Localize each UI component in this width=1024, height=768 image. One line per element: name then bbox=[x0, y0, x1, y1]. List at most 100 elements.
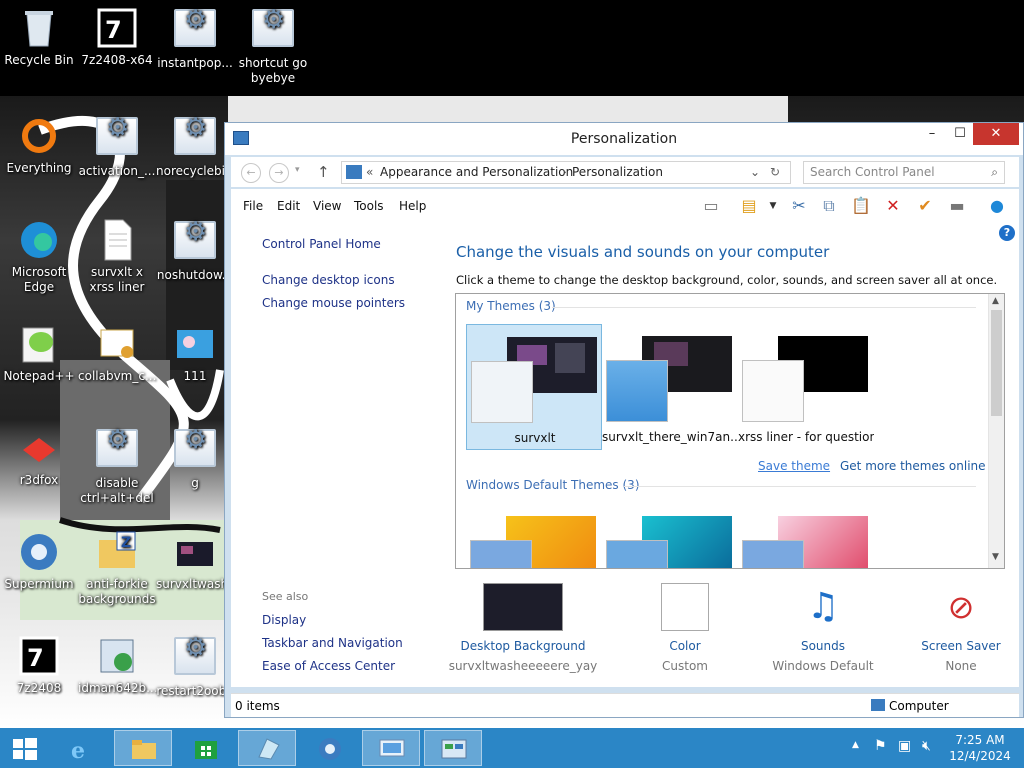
scroll-down-icon[interactable]: ▼ bbox=[992, 552, 999, 562]
address-dropdown-icon[interactable]: ⌄ bbox=[750, 162, 760, 183]
desktop-icon[interactable]: 111 bbox=[156, 322, 234, 384]
checklist-folder-icon[interactable]: ▤ bbox=[737, 195, 761, 217]
change-mouse-pointers-link[interactable]: Change mouse pointers bbox=[262, 296, 405, 310]
desktop-icon[interactable]: Everything bbox=[0, 114, 78, 176]
menu-file[interactable]: File bbox=[243, 199, 263, 213]
desktop-icon-label: restart2oobe bbox=[156, 684, 234, 698]
menu-help[interactable]: Help bbox=[399, 199, 426, 213]
up-button[interactable]: ↑ bbox=[317, 163, 330, 181]
scroll-thumb[interactable] bbox=[991, 310, 1002, 416]
theme-tile[interactable]: xrss liner - for question bbox=[738, 324, 874, 450]
desktop-icon[interactable]: Microsoft Edge bbox=[0, 218, 78, 295]
divider bbox=[624, 486, 976, 487]
layout-icon[interactable]: ▭ bbox=[699, 195, 723, 217]
desktop-icon[interactable]: 7 7z2408-x64 bbox=[78, 6, 156, 68]
get-more-themes-link[interactable]: Get more themes online bbox=[840, 459, 986, 473]
paste-icon[interactable]: 📋 bbox=[849, 195, 873, 217]
maximize-button[interactable]: ☐ bbox=[945, 123, 975, 145]
breadcrumb-personalization[interactable]: Personalization bbox=[572, 162, 663, 183]
desktop-icon[interactable]: survxltwash... bbox=[156, 530, 240, 592]
desktop-icon[interactable]: Recycle Bin bbox=[0, 6, 78, 68]
change-desktop-icons-link[interactable]: Change desktop icons bbox=[262, 273, 395, 287]
minimize-button[interactable]: – bbox=[917, 123, 947, 145]
menu-tools[interactable]: Tools bbox=[354, 199, 384, 213]
desktop-icon[interactable]: instantpop... bbox=[156, 6, 234, 71]
forward-button[interactable]: → bbox=[269, 163, 289, 183]
color-setting[interactable]: Color Custom bbox=[620, 583, 750, 673]
back-button[interactable]: ← bbox=[241, 163, 261, 183]
desktop-icon[interactable]: g bbox=[156, 426, 234, 491]
theme-tile[interactable] bbox=[466, 504, 602, 568]
theme-tile[interactable] bbox=[602, 504, 738, 568]
desktop-icon[interactable]: restart2oobe bbox=[156, 634, 234, 699]
control-panel-home-link[interactable]: Control Panel Home bbox=[262, 237, 381, 251]
desktop-icon[interactable]: 7 7z2408 bbox=[0, 634, 78, 696]
title-bar[interactable]: Personalization – ☐ ✕ bbox=[225, 123, 1023, 155]
desktop-icon[interactable]: noshutdow... bbox=[156, 218, 234, 283]
chat-bubble-icon[interactable]: ● bbox=[985, 195, 1009, 217]
desktop-icon[interactable]: survxlt x xrss liner bbox=[78, 218, 156, 295]
desktop-icon[interactable]: disable ctrl+alt+del bbox=[78, 426, 156, 506]
desktop-icon[interactable]: r3dfox bbox=[0, 426, 78, 488]
address-bar[interactable]: « Appearance and Personalization › Perso… bbox=[341, 161, 791, 184]
desktop-icon[interactable]: idman642b... bbox=[78, 634, 158, 696]
address-overflow[interactable]: « bbox=[366, 162, 373, 183]
properties-icon[interactable]: ▬ bbox=[945, 195, 969, 217]
screen-saver-value: None bbox=[945, 659, 977, 673]
theme-tile[interactable]: survxlt_there_win7an... bbox=[602, 324, 738, 450]
7zip-icon: 7 bbox=[95, 6, 139, 50]
action-center-flag-icon[interactable]: ⚑ bbox=[874, 738, 887, 754]
help-icon[interactable]: ? bbox=[999, 225, 1015, 241]
network-icon[interactable]: ▣ bbox=[898, 738, 911, 754]
taskbar-internet-explorer[interactable]: e bbox=[52, 730, 110, 766]
display-link[interactable]: Display bbox=[262, 613, 306, 627]
search-icon[interactable]: ⌕ bbox=[991, 162, 998, 183]
text-file-icon bbox=[95, 218, 139, 262]
checkmark-icon[interactable]: ✔ bbox=[913, 195, 937, 217]
start-button[interactable] bbox=[0, 730, 48, 766]
cut-icon[interactable]: ✂ bbox=[787, 195, 811, 217]
theme-tile[interactable] bbox=[738, 504, 874, 568]
clock[interactable]: 7:25 AM 12/4/2024 bbox=[948, 732, 1012, 764]
window-title: Personalization bbox=[570, 131, 678, 147]
recent-locations-icon[interactable]: ▾ bbox=[295, 165, 300, 175]
theme-list-scrollbar[interactable]: ▲ ▼ bbox=[988, 294, 1004, 568]
screen-saver-setting[interactable]: ⊘ Screen Saver None bbox=[896, 583, 1024, 673]
desktop-icon[interactable]: Supermium bbox=[0, 530, 78, 592]
personalization-window[interactable]: Personalization – ☐ ✕ ← → ▾ ↑ « Appearan… bbox=[224, 122, 1024, 718]
desktop-background-setting[interactable]: Desktop Background survxltwasheeeeere_ya… bbox=[449, 583, 597, 673]
ease-of-access-link[interactable]: Ease of Access Center bbox=[262, 659, 395, 673]
theme-list[interactable]: My Themes (3) survxlt survxlt_there_win7… bbox=[455, 293, 1005, 569]
delete-icon[interactable]: ✕ bbox=[881, 195, 905, 217]
taskbar-supermium[interactable] bbox=[300, 730, 358, 766]
desktop-icon[interactable]: shortcut go byebye bbox=[234, 6, 312, 86]
search-input[interactable]: Search Control Panel ⌕ bbox=[803, 161, 1005, 184]
save-theme-link[interactable]: Save theme bbox=[758, 459, 830, 473]
taskbar-remote-desktop[interactable] bbox=[362, 730, 420, 766]
desktop-icon[interactable]: norecyclebi... bbox=[156, 114, 236, 179]
menu-edit[interactable]: Edit bbox=[277, 199, 300, 213]
refresh-icon[interactable]: ↻ bbox=[770, 162, 780, 183]
internet-explorer-icon: e bbox=[71, 738, 85, 761]
taskbar-app[interactable] bbox=[238, 730, 296, 766]
dropdown-arrow-icon[interactable]: ▼ bbox=[761, 195, 785, 217]
taskbar-control-panel[interactable] bbox=[424, 730, 482, 766]
desktop-icon[interactable]: activation_... bbox=[78, 114, 156, 179]
close-button[interactable]: ✕ bbox=[973, 123, 1019, 145]
taskbar-navigation-link[interactable]: Taskbar and Navigation bbox=[262, 636, 403, 650]
taskbar-file-explorer[interactable] bbox=[114, 730, 172, 766]
breadcrumb-appearance[interactable]: Appearance and Personalization bbox=[380, 162, 573, 183]
sounds-setting[interactable]: ♫ Sounds Windows Default bbox=[758, 583, 888, 673]
page-heading: Change the visuals and sounds on your co… bbox=[456, 243, 830, 261]
scroll-up-icon[interactable]: ▲ bbox=[992, 296, 999, 306]
menu-view[interactable]: View bbox=[313, 199, 341, 213]
volume-muted-icon[interactable]: 🔇︎ bbox=[922, 738, 931, 754]
taskbar-store[interactable] bbox=[176, 730, 234, 766]
desktop-icon[interactable]: collabvm_c... bbox=[78, 322, 156, 384]
desktop-icon[interactable]: Notepad++ bbox=[0, 322, 78, 384]
copy-icon[interactable]: ⧉ bbox=[817, 195, 841, 217]
theme-tile[interactable]: survxlt bbox=[466, 324, 602, 450]
tray-overflow-icon[interactable]: ▲ bbox=[852, 740, 859, 750]
theme-preview-window bbox=[471, 361, 533, 423]
desktop-icon[interactable]: Z anti-forkie backgrounds bbox=[78, 530, 156, 607]
